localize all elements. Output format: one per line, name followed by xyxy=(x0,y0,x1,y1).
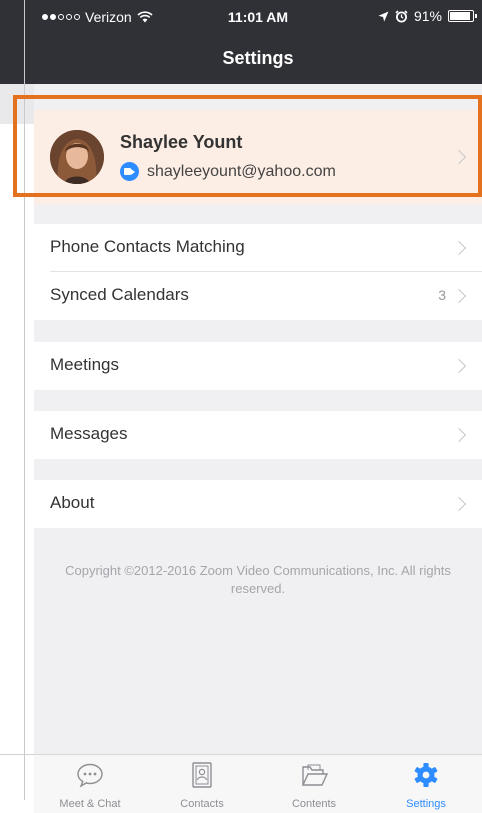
tab-label: Contacts xyxy=(180,798,224,810)
chevron-right-icon xyxy=(451,149,467,165)
tab-label: Settings xyxy=(406,798,446,810)
battery-icon xyxy=(448,10,477,22)
settings-list: Shaylee Yount shayleeyount@yahoo.com Pho… xyxy=(34,84,482,754)
status-bar: Verizon 11:01 AM 91% xyxy=(34,0,482,34)
background-app-sliver xyxy=(0,0,34,813)
chevron-right-icon xyxy=(451,427,467,443)
profile-email: shayleeyount@yahoo.com xyxy=(147,162,336,180)
zoom-video-icon xyxy=(120,162,139,181)
messages-row[interactable]: Messages xyxy=(34,411,482,459)
copyright-text: Copyright ©2012-2016 Zoom Video Communic… xyxy=(65,563,451,596)
background-app-bottom-divider xyxy=(0,754,34,755)
phone-contacts-matching-row[interactable]: Phone Contacts Matching xyxy=(34,224,482,272)
chat-bubble-icon xyxy=(77,763,103,788)
contacts-icon xyxy=(192,762,212,788)
profile-row[interactable]: Shaylee Yount shayleeyount@yahoo.com xyxy=(34,110,482,204)
about-row[interactable]: About xyxy=(34,480,482,528)
synced-calendars-row[interactable]: Synced Calendars 3 xyxy=(34,272,482,320)
chevron-right-icon xyxy=(451,496,467,512)
meetings-row[interactable]: Meetings xyxy=(34,342,482,390)
chevron-right-icon xyxy=(451,358,467,374)
tab-contacts[interactable]: Contacts xyxy=(146,755,258,813)
alarm-clock-icon xyxy=(395,9,408,22)
row-label: Phone Contacts Matching xyxy=(50,237,245,256)
tab-label: Meet & Chat xyxy=(59,798,121,810)
profile-email-group: shayleeyount@yahoo.com xyxy=(120,162,336,181)
location-arrow-icon xyxy=(378,11,389,21)
battery-percent: 91% xyxy=(413,8,442,24)
tab-meet-chat[interactable]: Meet & Chat xyxy=(34,755,146,813)
chevron-right-icon xyxy=(451,288,467,304)
row-label: About xyxy=(50,493,95,512)
tab-settings[interactable]: Settings xyxy=(370,755,482,813)
status-right: 91% xyxy=(378,8,477,24)
background-app-band xyxy=(0,84,34,124)
background-app-divider xyxy=(24,0,25,800)
background-app-header xyxy=(0,0,34,84)
tab-bar: Meet & Chat Contacts Contents Settings xyxy=(34,754,482,813)
profile-name: Shaylee Yount xyxy=(120,132,243,152)
row-label: Meetings xyxy=(50,355,119,374)
row-label: Messages xyxy=(50,424,128,443)
chevron-right-icon xyxy=(451,240,467,256)
tab-contents[interactable]: Contents xyxy=(258,755,370,813)
navigation-bar: Settings xyxy=(34,34,482,84)
gear-icon xyxy=(414,763,438,787)
calendar-count: 3 xyxy=(438,287,446,303)
avatar xyxy=(50,130,104,184)
phone-screen: Verizon 11:01 AM 91% Settings Shaylee Yo… xyxy=(34,0,482,813)
tab-label: Contents xyxy=(291,798,337,810)
row-label: Synced Calendars xyxy=(50,285,189,304)
folder-icon xyxy=(301,764,329,786)
page-title: Settings xyxy=(222,48,294,68)
